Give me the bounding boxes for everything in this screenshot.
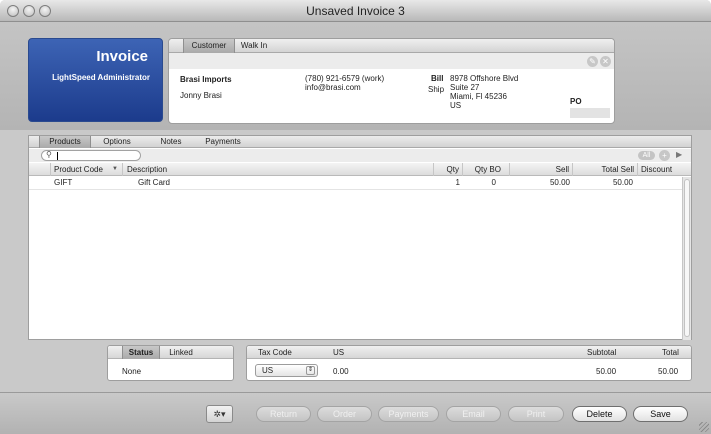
invoice-badge-title: Invoice (96, 48, 148, 65)
select-arrows-icon: ⇕ (306, 366, 315, 375)
tax-amount: 0.00 (333, 367, 349, 376)
main-tab-bar: Products Options Notes Payments (29, 136, 691, 148)
add-item-icon[interactable]: + (659, 150, 670, 161)
table-row[interactable]: GIFT Gift Card 1 0 50.00 50.00 (29, 177, 691, 189)
cell-product-code: GIFT (54, 178, 73, 187)
tax-totals-panel: Tax Code US Subtotal Total US ⇕ 0.00 50.… (246, 345, 692, 381)
gear-menu-button[interactable]: ✲▾ (206, 405, 233, 423)
status-tab-bar: Status Linked (108, 346, 233, 359)
po-field[interactable] (570, 108, 610, 118)
scrollbar-thumb[interactable] (684, 179, 690, 337)
tax-code-selected: US (262, 366, 274, 375)
tab-customer[interactable]: Customer (183, 39, 235, 53)
search-input[interactable]: ⚲ (41, 150, 141, 161)
address-line-4: US (450, 101, 462, 110)
tax-country-label: US (333, 348, 345, 357)
total-label: Total (662, 348, 679, 357)
customer-action-strip: ✎ ✕ (169, 53, 614, 69)
column-total-sell[interactable]: Total Sell (573, 163, 638, 176)
tab-linked[interactable]: Linked (164, 346, 198, 359)
search-row: ⚲ All + ▶ (29, 149, 691, 162)
customer-phone: (780) 921-6579 (work) (305, 74, 385, 83)
subtotal-label: Subtotal (587, 348, 617, 357)
subtotal-value: 50.00 (596, 367, 617, 376)
search-caret (57, 152, 58, 160)
payments-button[interactable]: Payments (378, 406, 439, 422)
cell-sell: 50.00 (549, 178, 570, 187)
tab-options[interactable]: Options (96, 136, 138, 148)
tax-code-label: Tax Code (258, 348, 292, 357)
cell-description: Gift Card (138, 178, 171, 187)
customer-name: Jonny Brasi (180, 91, 222, 100)
cell-qty-bo: 0 (491, 178, 496, 187)
invoice-window: Unsaved Invoice 3 Invoice LightSpeed Adm… (0, 0, 711, 434)
ship-label: Ship (428, 85, 445, 94)
close-window-button[interactable] (7, 5, 19, 17)
tab-products[interactable]: Products (39, 136, 91, 148)
edit-customer-icon[interactable]: ✎ (587, 56, 598, 67)
email-button[interactable]: Email (446, 406, 501, 422)
products-panel: Products Options Notes Payments ⚲ All + … (28, 135, 692, 340)
resize-grip[interactable] (699, 422, 709, 432)
delete-button[interactable]: Delete (572, 406, 627, 422)
address-line-3: Miami, Fl 45236 (450, 92, 507, 101)
status-panel: Status Linked None (107, 345, 234, 381)
address-line-2: Suite 27 (450, 83, 480, 92)
print-button[interactable]: Print (508, 406, 564, 422)
customer-tab-bar: Customer Walk In (169, 39, 614, 53)
tab-notes[interactable]: Notes (154, 136, 188, 148)
order-button[interactable]: Order (317, 406, 372, 422)
vertical-scrollbar[interactable] (682, 177, 691, 340)
po-label: PO (570, 97, 582, 106)
forward-arrow-icon[interactable]: ▶ (676, 150, 682, 159)
search-icon: ⚲ (46, 150, 52, 159)
save-button[interactable]: Save (633, 406, 688, 422)
status-value: None (122, 367, 142, 376)
cell-total-sell: 50.00 (612, 178, 633, 187)
invoice-badge-user: LightSpeed Administrator (52, 73, 150, 82)
tab-status[interactable]: Status (122, 346, 160, 359)
tab-walk-in[interactable]: Walk In (235, 39, 273, 53)
table-header: Product Code ▼ Description Qty Qty BO Se… (29, 163, 691, 176)
remove-customer-icon[interactable]: ✕ (600, 56, 611, 67)
window-title: Unsaved Invoice 3 (306, 4, 405, 18)
tab-payments[interactable]: Payments (201, 136, 245, 148)
column-discount[interactable]: Discount (638, 163, 682, 176)
column-spacer (29, 163, 51, 176)
column-sell[interactable]: Sell (510, 163, 573, 176)
column-qty[interactable]: Qty (434, 163, 463, 176)
zoom-window-button[interactable] (39, 5, 51, 17)
customer-email: info@brasi.com (305, 83, 361, 92)
return-button[interactable]: Return (256, 406, 311, 422)
all-filter-button[interactable]: All (638, 151, 655, 160)
address-line-1: 8978 Offshore Blvd (450, 74, 519, 83)
bill-label: Bill (431, 74, 444, 83)
row-divider (29, 189, 682, 190)
tax-header: Tax Code US Subtotal Total (247, 346, 691, 359)
action-bar: ✲▾ Return Order Payments Email Print Del… (0, 392, 711, 434)
title-bar: Unsaved Invoice 3 (0, 0, 711, 22)
customer-company: Brasi Imports (180, 75, 232, 84)
cell-qty: 1 (455, 178, 460, 187)
customer-panel: Customer Walk In ✎ ✕ Brasi Imports Jonny… (168, 38, 615, 124)
minimize-window-button[interactable] (23, 5, 35, 17)
column-description[interactable]: Description (123, 163, 434, 176)
column-qty-bo[interactable]: Qty BO (463, 163, 510, 176)
sort-down-icon: ▼ (112, 166, 118, 172)
invoice-badge: Invoice LightSpeed Administrator (28, 38, 163, 122)
tax-code-select[interactable]: US ⇕ (255, 364, 318, 377)
gear-icon: ✲▾ (213, 409, 226, 419)
total-value: 50.00 (658, 367, 679, 376)
